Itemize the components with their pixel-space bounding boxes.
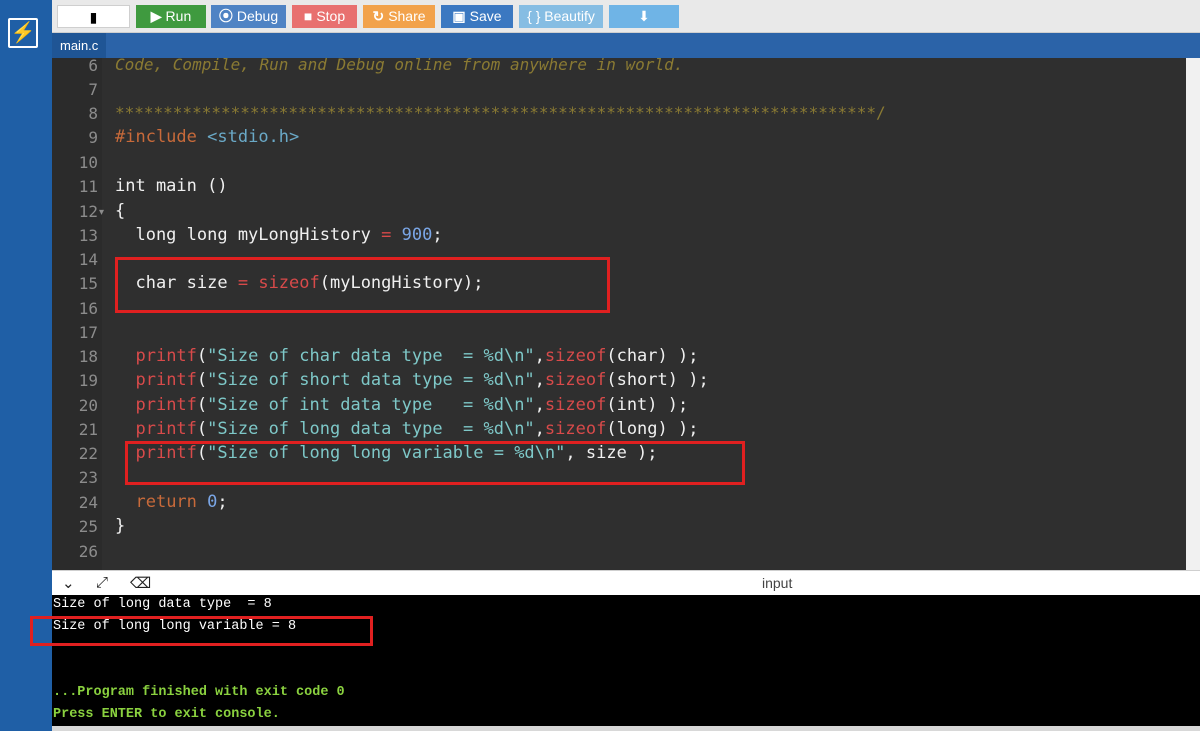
share-button[interactable]: ↻ Share bbox=[363, 5, 435, 28]
beautify-button[interactable]: { } Beautify bbox=[519, 5, 603, 28]
code-line: } bbox=[115, 516, 126, 536]
save-label: Save bbox=[469, 8, 502, 24]
expand-icon[interactable]: ⤢ bbox=[96, 574, 108, 591]
exit-message: ...Program finished with exit code 0 bbox=[53, 685, 345, 700]
line-number: 15 bbox=[78, 274, 98, 293]
line-number: 9 bbox=[88, 128, 98, 147]
console-line: Size of long data type = 8 bbox=[53, 597, 272, 612]
beautify-label: { } Beautify bbox=[527, 8, 595, 24]
line-number: 20 bbox=[78, 396, 98, 415]
code-line: printf("Size of char data type = %d\n",s… bbox=[135, 346, 699, 366]
debug-button[interactable]: ⦿ Debug bbox=[211, 5, 286, 28]
line-number: 24 bbox=[78, 493, 98, 512]
line-number: 23 bbox=[78, 468, 98, 487]
chevron-down-icon[interactable]: ⌄ bbox=[62, 574, 75, 592]
file-icon: ▮ bbox=[89, 9, 98, 25]
line-number: 13 bbox=[78, 226, 98, 245]
code-line: Code, Compile, Run and Debug online from… bbox=[115, 58, 684, 74]
code-line: #include <stdio.h> bbox=[115, 127, 300, 147]
share-label: Share bbox=[388, 8, 426, 24]
code-line: ****************************************… bbox=[115, 103, 886, 122]
input-tab[interactable]: input bbox=[762, 575, 792, 591]
line-number: 7 bbox=[88, 80, 98, 99]
line-number: 10 bbox=[78, 153, 98, 172]
line-number: 25 bbox=[78, 517, 98, 536]
editor-scrollbar[interactable] bbox=[1186, 58, 1200, 570]
run-label: Run bbox=[165, 8, 192, 24]
console-header: ⌄ ⤢ ⌫ input bbox=[52, 570, 1200, 595]
download-icon: ⬇ bbox=[638, 8, 650, 24]
code-line: return 0; bbox=[135, 492, 228, 512]
status-bar bbox=[52, 726, 1200, 731]
share-icon: ↻ bbox=[372, 8, 385, 24]
code-line: printf("Size of long data type = %d\n",s… bbox=[135, 419, 699, 439]
line-number: 22 bbox=[78, 444, 98, 463]
line-number: 14 bbox=[78, 250, 98, 269]
press-enter-message: Press ENTER to exit console. bbox=[53, 707, 280, 722]
code-line: printf("Size of int data type = %d\n",si… bbox=[135, 395, 689, 415]
line-number: 21 bbox=[78, 420, 98, 439]
code-line: printf("Size of short data type = %d\n",… bbox=[135, 370, 709, 390]
debug-icon: ⦿ bbox=[218, 8, 233, 24]
highlight-box-printf bbox=[125, 441, 745, 485]
save-button[interactable]: ▣ Save bbox=[441, 5, 513, 28]
line-number: 8 bbox=[88, 104, 98, 123]
line-number: 26 bbox=[78, 542, 98, 561]
fold-arrow-icon[interactable]: ▾ bbox=[99, 207, 104, 218]
stop-label: Stop bbox=[316, 8, 346, 24]
stop-button[interactable]: ■ Stop bbox=[292, 5, 357, 28]
highlight-box-sizeof bbox=[115, 257, 610, 313]
download-button[interactable]: ⬇ bbox=[609, 5, 679, 28]
line-number: 12 bbox=[78, 202, 98, 221]
console-output[interactable]: Size of long data type = 8 Size of long … bbox=[52, 595, 1200, 726]
line-number: 18 bbox=[78, 347, 98, 366]
code-line: { bbox=[115, 201, 126, 221]
debug-label: Debug bbox=[236, 8, 279, 24]
toolbar: ▮ ▶ Run ⦿ Debug ■ Stop ↻ Share ▣ Save { } Bea… bbox=[52, 0, 1200, 33]
highlight-box-output bbox=[30, 616, 373, 646]
tab-main-c[interactable]: main.c bbox=[52, 33, 107, 58]
play-icon: ▶ bbox=[150, 8, 162, 24]
stop-icon: ■ bbox=[303, 8, 313, 24]
clear-icon[interactable]: ⌫ bbox=[130, 574, 151, 592]
code-line: long long myLongHistory = 900; bbox=[115, 225, 443, 245]
code-line: int main () bbox=[115, 176, 228, 196]
line-number: 16 bbox=[78, 299, 98, 318]
run-button[interactable]: ▶ Run bbox=[136, 5, 206, 28]
save-icon: ▣ bbox=[452, 8, 466, 24]
line-number: 11 bbox=[78, 177, 98, 196]
file-tab-bar: main.c bbox=[52, 33, 1200, 58]
line-number: 17 bbox=[78, 323, 98, 342]
code-editor[interactable]: 6 7 8 9 10 11 12 ▾ 13 14 15 16 17 18 19 … bbox=[52, 58, 1186, 570]
line-number: 6 bbox=[88, 58, 98, 75]
line-number: 19 bbox=[78, 371, 98, 390]
new-file-button[interactable]: ▮ bbox=[57, 5, 130, 28]
lightning-icon[interactable]: ⚡ bbox=[8, 18, 38, 48]
